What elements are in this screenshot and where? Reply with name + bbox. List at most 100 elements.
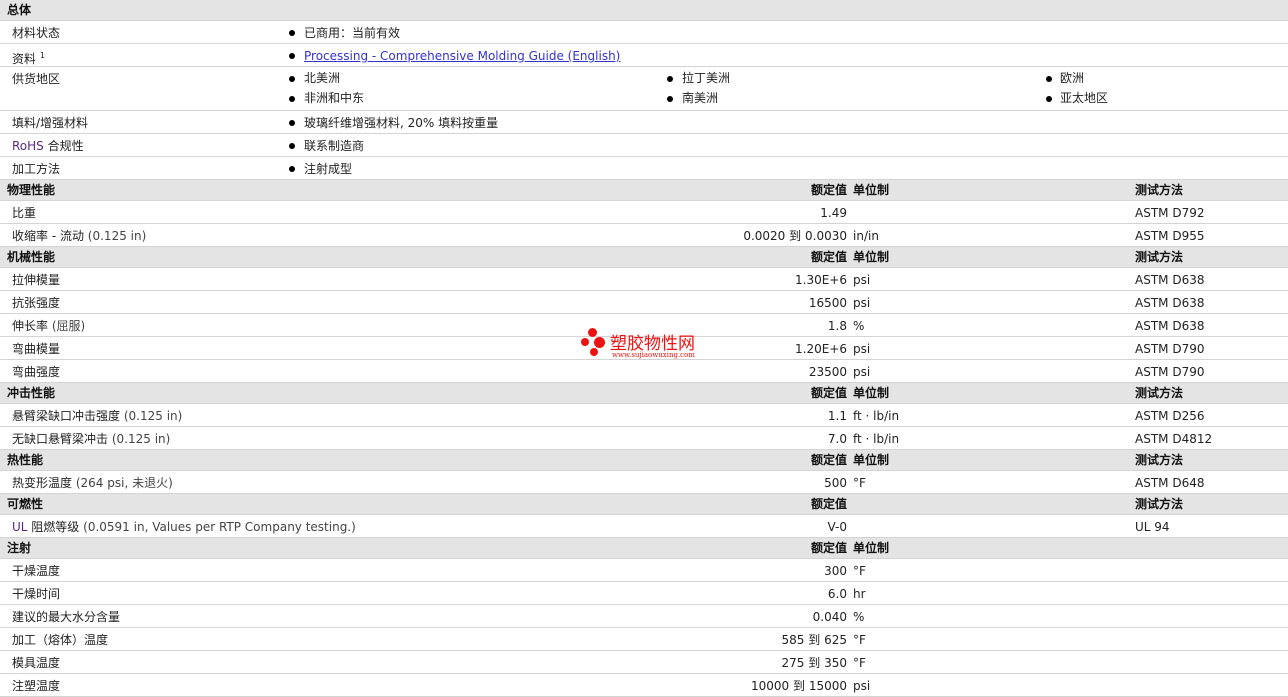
property-name: 干燥时间: [12, 587, 61, 601]
property-name: 弯曲模量: [12, 342, 61, 356]
row-label: 加工方法: [12, 162, 61, 176]
property-unit: ft · lb/in: [853, 432, 900, 446]
row-documents: 资料 1 Processing - Comprehensive Molding …: [0, 44, 1288, 67]
property-unit: psi: [853, 273, 871, 287]
property-name: 加工（熔体）温度: [12, 633, 109, 647]
row-processing-method: 加工方法 注射成型: [0, 157, 1288, 180]
row-tensile-strength: 抗张强度 16500 psi ASTM D638: [0, 291, 1288, 314]
test-method: ASTM D648: [1135, 476, 1205, 490]
row-ul-flame-rating: UL 阻燃等级 (0.0591 in, Values per RTP Compa…: [0, 515, 1288, 538]
row-melt-temperature: 加工（熔体）温度 585 到 625 °F: [0, 628, 1288, 651]
bullet-icon: [289, 96, 295, 102]
property-unit: psi: [853, 342, 871, 356]
site-watermark: 塑胶物性网 www.sujiaowuxing.com: [581, 326, 731, 366]
row-value: 已商用：当前有效: [304, 26, 401, 40]
row-tensile-modulus: 拉伸模量 1.30E+6 psi ASTM D638: [0, 268, 1288, 291]
watermark-url: www.sujiaowuxing.com: [612, 351, 695, 359]
col-unit-header: 单位制: [853, 250, 890, 264]
property-value: 1.49: [820, 206, 847, 220]
property-name: 比重: [12, 206, 37, 220]
row-unnotched-izod: 无缺口悬臂梁冲击 (0.125 in) 7.0 ft · lb/in ASTM …: [0, 427, 1288, 450]
property-name: 建议的最大水分含量: [12, 610, 121, 624]
section-title: 机械性能: [7, 250, 56, 264]
property-unit: psi: [853, 365, 871, 379]
col-method-header: 测试方法: [1135, 453, 1184, 467]
property-unit: °F: [853, 633, 866, 647]
col-unit-header: 单位制: [853, 386, 890, 400]
property-value: 500: [824, 476, 847, 490]
col-unit-header: 单位制: [853, 453, 890, 467]
property-unit: %: [853, 319, 865, 333]
property-name: 悬臂梁缺口冲击强度 (0.125 in): [12, 409, 183, 423]
property-name: 注塑温度: [12, 679, 61, 693]
col-value-header: 额定值: [810, 453, 847, 467]
property-value: 0.040: [812, 610, 847, 624]
row-label: RoHS 合规性: [12, 139, 84, 153]
bullet-icon: [289, 143, 295, 149]
property-value: 16500: [808, 296, 847, 310]
processing-guide-link[interactable]: Processing - Comprehensive Molding Guide…: [304, 49, 620, 63]
bullet-icon: [289, 30, 295, 36]
row-notched-izod: 悬臂梁缺口冲击强度 (0.125 in) 1.1 ft · lb/in ASTM…: [0, 404, 1288, 427]
row-value: 玻璃纤维增强材料, 20% 填料按重量: [304, 116, 499, 130]
test-method: ASTM D638: [1135, 319, 1205, 333]
region-item: 拉丁美洲: [682, 71, 731, 85]
region-item: 南美洲: [682, 91, 719, 105]
property-unit: in/in: [853, 229, 879, 243]
property-value: 585 到 625: [781, 633, 847, 647]
property-value: V-0: [827, 520, 847, 534]
test-method: ASTM D638: [1135, 273, 1205, 287]
bullet-icon: [289, 76, 295, 82]
row-specific-gravity: 比重 1.49 ASTM D792: [0, 201, 1288, 224]
property-value: 7.0: [827, 432, 847, 446]
property-name: 干燥温度: [12, 564, 61, 578]
col-method-header: 测试方法: [1135, 497, 1184, 511]
property-name: 模具温度: [12, 656, 61, 670]
col-method-header: 测试方法: [1135, 250, 1184, 264]
row-value: 注射成型: [304, 162, 353, 176]
property-unit: psi: [853, 296, 871, 310]
test-method: ASTM D955: [1135, 229, 1205, 243]
bullet-icon: [667, 96, 673, 102]
property-unit: hr: [853, 587, 866, 601]
property-value: 1.20E+6: [795, 342, 847, 356]
property-unit: °F: [853, 476, 866, 490]
row-label: 供货地区: [12, 72, 61, 86]
section-header-physical: 物理性能 额定值 单位制 测试方法: [0, 180, 1288, 201]
row-dtul: 热变形温度 (264 psi, 未退火) 500 °F ASTM D648: [0, 471, 1288, 494]
row-filler: 填料/增强材料 玻璃纤维增强材料, 20% 填料按重量: [0, 111, 1288, 134]
property-value: 300: [824, 564, 847, 578]
property-unit: psi: [853, 679, 871, 693]
col-value-header: 额定值: [810, 541, 847, 555]
region-item: 非洲和中东: [304, 91, 365, 105]
row-mold-temperature: 模具温度 275 到 350 °F: [0, 651, 1288, 674]
col-method-header: 测试方法: [1135, 183, 1184, 197]
bullet-icon: [289, 166, 295, 172]
property-value: 23500: [808, 365, 847, 379]
row-regions: 供货地区 北美洲 拉丁美洲 欧洲 非洲和中东 南美洲 亚太地区: [0, 67, 1288, 111]
bullet-icon: [1046, 96, 1052, 102]
row-rohs: RoHS 合规性 联系制造商: [0, 134, 1288, 157]
section-header-general: 总体: [0, 0, 1288, 21]
property-value: 1.30E+6: [795, 273, 847, 287]
property-name: 热变形温度 (264 psi, 未退火): [12, 476, 173, 490]
property-unit: %: [853, 610, 865, 624]
bullet-icon: [289, 53, 295, 59]
region-item: 北美洲: [304, 71, 341, 85]
section-title: 可燃性: [7, 497, 44, 511]
test-method: UL 94: [1135, 520, 1170, 534]
watermark-dot-icon: [594, 337, 605, 348]
test-method: ASTM D790: [1135, 342, 1205, 356]
property-value: 1.8: [827, 319, 847, 333]
col-value-header: 额定值: [810, 386, 847, 400]
bullet-icon: [1046, 76, 1052, 82]
section-title: 总体: [7, 3, 32, 17]
watermark-dot-icon: [588, 328, 597, 337]
property-name: 无缺口悬臂梁冲击 (0.125 in): [12, 432, 171, 446]
col-unit-header: 单位制: [853, 541, 890, 555]
section-header-impact: 冲击性能 额定值 单位制 测试方法: [0, 383, 1288, 404]
col-value-header: 额定值: [810, 497, 847, 511]
col-method-header: 测试方法: [1135, 386, 1184, 400]
section-header-mechanical: 机械性能 额定值 单位制 测试方法: [0, 247, 1288, 268]
section-header-injection: 注射 额定值 单位制: [0, 538, 1288, 559]
